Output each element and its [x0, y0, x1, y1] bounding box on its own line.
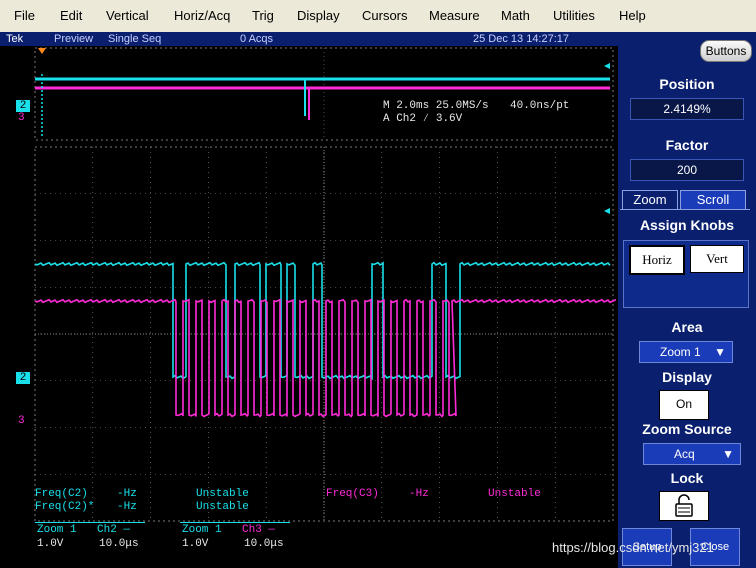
menu-vertical[interactable]: Vertical — [106, 8, 149, 23]
ch3-zoom-info[interactable]: Zoom 1 Ch3 — 1.0V 10.0μs — [180, 522, 290, 550]
ch2-time: 10.0μs — [99, 538, 139, 550]
trigger-slope-icon: ∕ — [422, 113, 430, 125]
meas-status-c2-star: Unstable — [196, 501, 249, 513]
lock-button[interactable] — [659, 491, 709, 521]
ch3-channel-label: Ch3 — — [242, 524, 276, 536]
meas-status-c2: Unstable — [196, 488, 249, 500]
menu-file[interactable]: File — [14, 8, 35, 23]
timebase-readout: M 2.0ms 25.0MS/s — [383, 100, 489, 112]
ch3-waveform — [34, 298, 617, 418]
trigger-level: 3.6V — [435, 113, 463, 125]
ch2-waveform — [34, 261, 611, 381]
horiz-knob-button[interactable]: Horiz — [629, 245, 685, 275]
ch3-marker-overview[interactable]: 3 — [18, 112, 25, 124]
ch3-zoom-label: Zoom 1 — [182, 524, 222, 536]
ch2-zoom-info[interactable]: Zoom 1 Ch2 — 1.0V 10.0μs — [35, 522, 145, 550]
preview-label: Preview — [54, 33, 94, 45]
meas-name-c2: Freq(C2) — [35, 488, 88, 500]
meas-name-c2-star: Freq(C2)* — [35, 501, 95, 513]
area-dropdown-value: Zoom 1 — [660, 345, 701, 359]
ch2-marker-main[interactable]: 2 — [16, 372, 30, 384]
ch3-marker-main[interactable]: 3 — [18, 415, 25, 427]
display-on-button[interactable]: On — [659, 390, 709, 420]
area-dropdown[interactable]: Zoom 1 ▼ — [639, 341, 733, 363]
meas-value-c2: -Hz — [117, 488, 137, 500]
menu-math[interactable]: Math — [501, 8, 530, 23]
meas-status-c3: Unstable — [488, 488, 541, 500]
resolution-readout: 40.0ns/pt — [510, 100, 570, 112]
menu-display[interactable]: Display — [297, 8, 340, 23]
watermark-text: https://blog.csdn.net/ymj321 — [552, 540, 714, 555]
chevron-down-icon: ▼ — [714, 345, 726, 359]
buttons-toggle-button[interactable]: Buttons — [700, 40, 752, 62]
chevron-down-icon: ▼ — [722, 447, 734, 461]
acq-mode-label: Single Seq — [108, 33, 162, 45]
ch2-channel-label: Ch2 — — [97, 524, 131, 536]
vert-knob-button[interactable]: Vert — [690, 245, 744, 273]
trigger-readout: A Ch2 ∕ 3.6V — [383, 113, 462, 125]
tab-zoom[interactable]: Zoom — [622, 190, 678, 209]
acqs-count: 0 Acqs — [240, 33, 274, 45]
menu-horiz-acq[interactable]: Horiz/Acq — [174, 8, 230, 23]
ch2-volts: 1.0V — [37, 538, 64, 550]
menu-measure[interactable]: Measure — [429, 8, 480, 23]
position-title: Position — [659, 76, 715, 92]
menu-edit[interactable]: Edit — [60, 8, 82, 23]
status-bar: Tek Preview Single Seq 0 Acqs 25 Dec 13 … — [0, 32, 618, 46]
overview-frame — [34, 47, 614, 141]
datetime: 25 Dec 13 14:27:17 — [473, 33, 570, 45]
menu-utilities[interactable]: Utilities — [553, 8, 595, 23]
menu-help[interactable]: Help — [619, 8, 646, 23]
meas-name-c3: Freq(C3) — [326, 488, 379, 500]
menu-trig[interactable]: Trig — [252, 8, 274, 23]
tab-divider — [620, 209, 750, 210]
area-title: Area — [671, 319, 703, 335]
zoom-source-title: Zoom Source — [642, 421, 732, 437]
brand-label: Tek — [6, 33, 24, 45]
scope-display: 2 3 2 3 M 2.0ms 25.0MS/s 40.0ns/pt A Ch2… — [0, 46, 618, 568]
factor-value[interactable]: 200 — [630, 159, 744, 181]
main-traces — [34, 261, 617, 418]
factor-title: Factor — [665, 137, 709, 153]
zoom-source-dropdown[interactable]: Acq ▼ — [643, 443, 741, 465]
assign-knobs-title: Assign Knobs — [639, 217, 735, 233]
trigger-position-marker — [38, 48, 46, 54]
zoom-source-value: Acq — [674, 447, 695, 461]
assign-knobs-box: Horiz Vert — [623, 240, 749, 308]
menu-cursors[interactable]: Cursors — [362, 8, 408, 23]
ch2-marker-overview[interactable]: 2 — [16, 100, 30, 112]
trigger-source: A Ch2 — [383, 113, 417, 125]
ch2-zoom-label: Zoom 1 — [37, 524, 77, 536]
ch3-time: 10.0μs — [244, 538, 284, 550]
trigger-level-marker-main — [604, 208, 610, 214]
display-title: Display — [662, 369, 712, 385]
trigger-level-marker-overview — [604, 63, 610, 69]
tab-scroll[interactable]: Scroll — [680, 190, 746, 209]
lock-title: Lock — [670, 470, 704, 486]
meas-value-c3: -Hz — [409, 488, 429, 500]
menu-bar: File Edit Vertical Horiz/Acq Trig Displa… — [0, 0, 756, 33]
grid-lines — [35, 48, 613, 521]
position-value[interactable]: 2.4149% — [630, 98, 744, 120]
meas-value-c2-star: -Hz — [117, 501, 137, 513]
ch3-volts: 1.0V — [182, 538, 209, 550]
padlock-icon — [675, 494, 693, 517]
